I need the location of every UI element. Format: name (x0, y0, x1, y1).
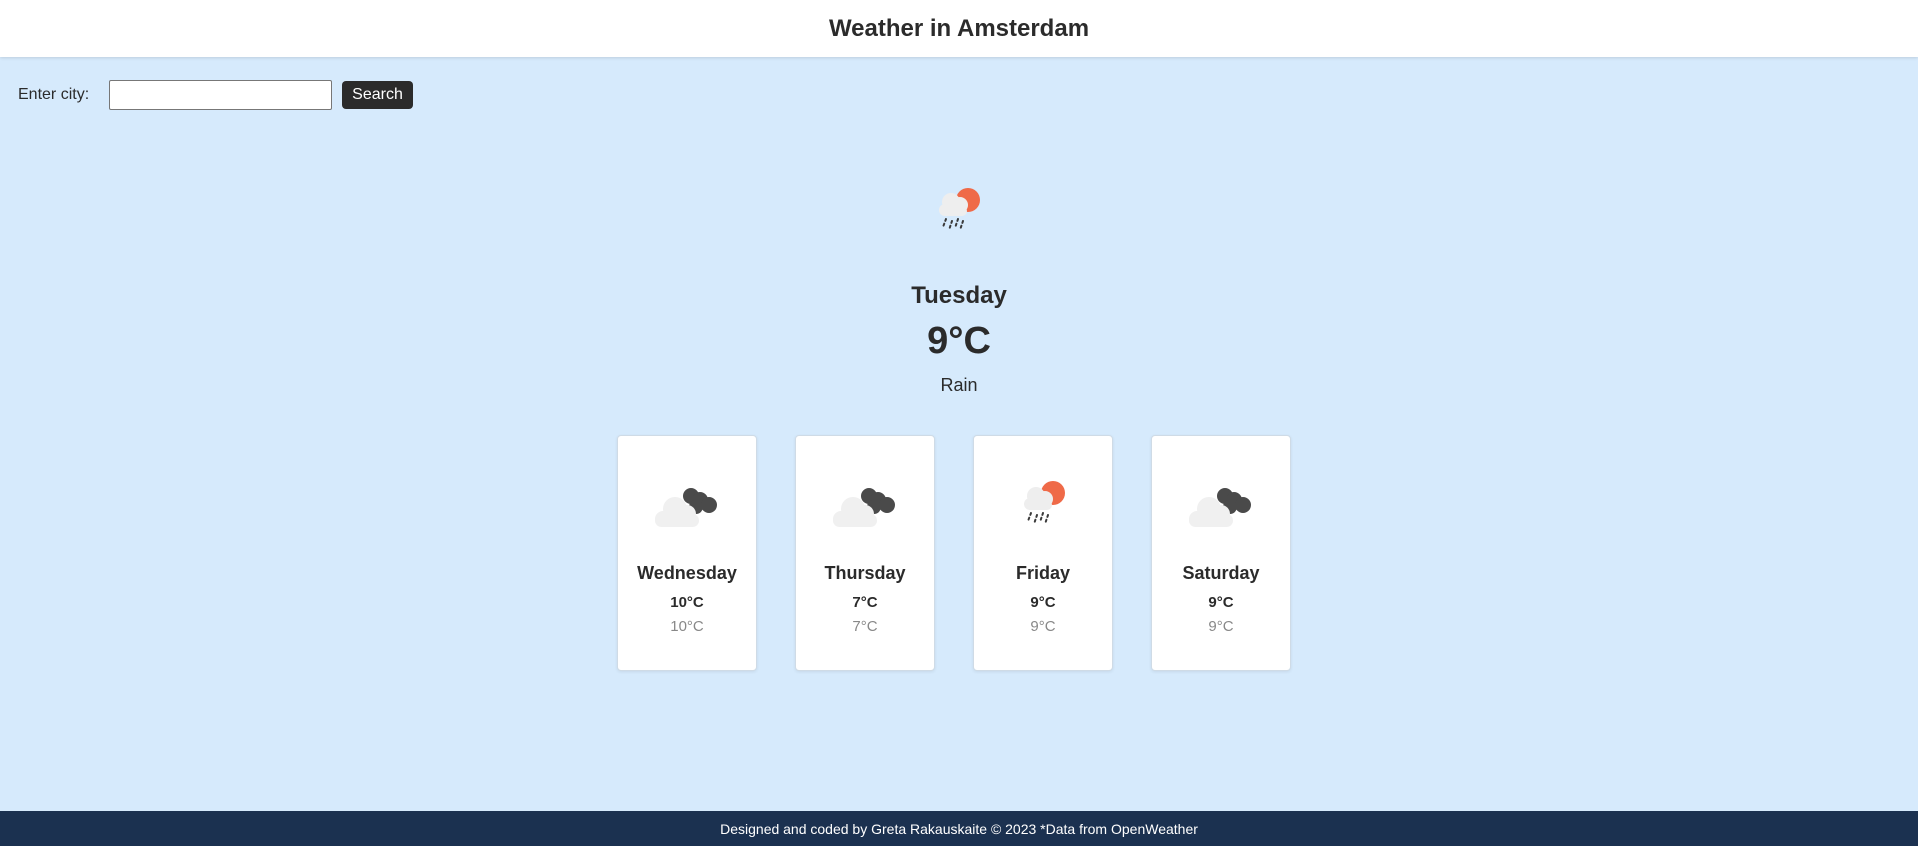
forecast-high-temp: 10°C (670, 594, 704, 611)
app-header: Weather in Amsterdam (0, 0, 1918, 57)
forecast-card: Saturday 9°C 9°C (1151, 435, 1291, 671)
forecast-low-temp: 10°C (670, 618, 704, 635)
search-button[interactable]: Search (342, 81, 413, 109)
footer-credit: Designed and coded by Greta Rakauskaite … (720, 820, 1198, 837)
current-day: Tuesday (911, 282, 1007, 309)
rain-sun-icon (929, 180, 989, 240)
cloud-night-icon (651, 478, 723, 534)
rain-sun-icon (1007, 478, 1079, 534)
current-temperature: 9°C (927, 320, 991, 362)
forecast-low-temp: 9°C (1208, 618, 1234, 635)
forecast-high-temp: 9°C (1208, 594, 1234, 611)
forecast-high-temp: 9°C (1030, 594, 1056, 611)
forecast-low-temp: 7°C (852, 618, 878, 635)
forecast-day: Saturday (1182, 563, 1260, 583)
city-search-input[interactable] (109, 80, 333, 110)
forecast-card: Thursday 7°C 7°C (795, 435, 935, 671)
page-title: Weather in Amsterdam (828, 14, 1090, 42)
forecast-list: Wednesday 10°C 10°C Thursday 7°C 7°C Fri… (617, 435, 1291, 671)
search-form: Enter city: Search (18, 79, 413, 111)
city-label: Enter city: (18, 86, 90, 103)
forecast-day: Friday (1015, 563, 1071, 583)
forecast-day: Wednesday (637, 563, 737, 583)
forecast-low-temp: 9°C (1030, 618, 1056, 635)
cloud-night-icon (829, 478, 901, 534)
forecast-day: Thursday (824, 563, 906, 583)
forecast-card: Wednesday 10°C 10°C (617, 435, 757, 671)
current-weather: Tuesday 9°C Rain (0, 180, 1918, 396)
current-description: Rain (940, 375, 978, 395)
cloud-night-icon (1185, 478, 1257, 534)
page-footer: Designed and coded by Greta Rakauskaite … (0, 811, 1918, 846)
forecast-high-temp: 7°C (852, 594, 878, 611)
forecast-card: Friday 9°C 9°C (973, 435, 1113, 671)
